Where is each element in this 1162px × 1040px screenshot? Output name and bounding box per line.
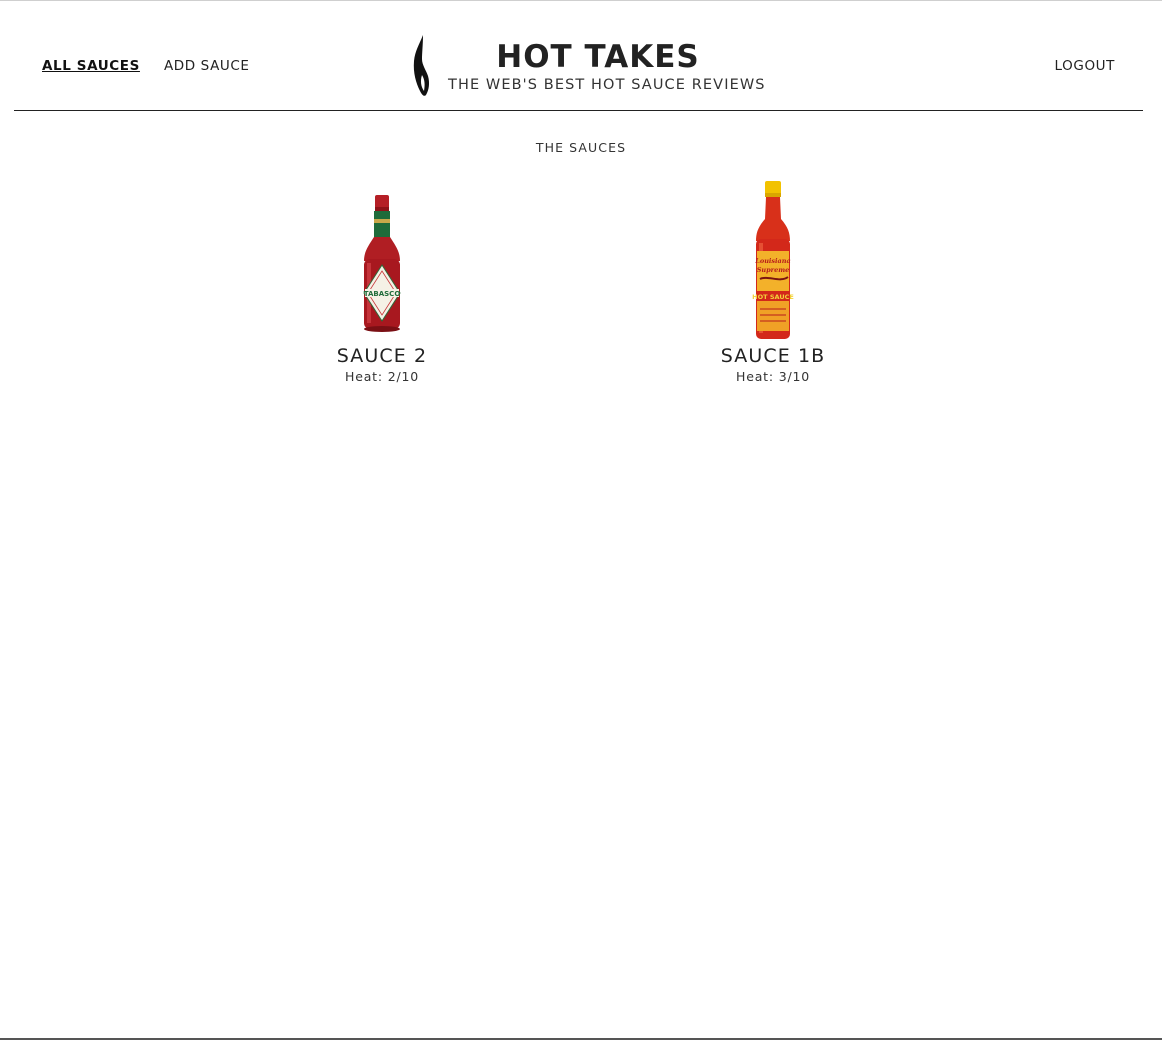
svg-text:TABASCO: TABASCO [364, 290, 401, 298]
app-subtitle: THE WEB'S BEST HOT SAUCE REVIEWS [448, 77, 766, 93]
top-header: ALL SAUCES ADD SAUCE HOT TAKES THE WEB'S… [14, 1, 1143, 111]
heat-label: Heat: [345, 369, 383, 384]
sauce-image-tabasco: TABASCO [357, 179, 407, 344]
sauce-card[interactable]: Louisiana Supreme HOT SAUCE SAUCE 1B Hea… [673, 179, 873, 386]
sauce-heat: Heat: 3/10 [673, 368, 873, 386]
logout-link[interactable]: LOGOUT [1055, 58, 1115, 74]
app-title: HOT TAKES [496, 39, 700, 75]
hot-sauce-bottle-image: Louisiana Supreme HOT SAUCE [752, 181, 794, 339]
app-window: ALL SAUCES ADD SAUCE HOT TAKES THE WEB'S… [0, 0, 1162, 1040]
sauce-image-louisiana: Louisiana Supreme HOT SAUCE [748, 179, 798, 344]
main-nav: ALL SAUCES ADD SAUCE [42, 58, 250, 74]
logout-area: LOGOUT [1055, 58, 1115, 74]
sauce-heat: Heat: 2/10 [282, 368, 482, 386]
nav-all-sauces[interactable]: ALL SAUCES [42, 58, 140, 74]
svg-text:Louisiana: Louisiana [754, 257, 790, 265]
sauce-name: SAUCE 2 [336, 345, 428, 367]
heat-value: 3/10 [778, 369, 810, 384]
section-title: THE SAUCES [535, 140, 627, 155]
sauce-card[interactable]: TABASCO SAUCE 2 Heat: 2/10 [282, 179, 482, 386]
tabasco-bottle-image: TABASCO [363, 195, 401, 332]
flame-icon [413, 35, 430, 96]
heat-label: Heat: [736, 369, 774, 384]
svg-text:Supreme: Supreme [757, 266, 790, 274]
sauce-name: SAUCE 1B [720, 345, 826, 367]
nav-add-sauce[interactable]: ADD SAUCE [164, 58, 250, 74]
brand-logo[interactable]: HOT TAKES THE WEB'S BEST HOT SAUCE REVIE… [410, 35, 766, 97]
svg-text:HOT SAUCE: HOT SAUCE [752, 293, 794, 301]
heat-value: 2/10 [387, 369, 419, 384]
